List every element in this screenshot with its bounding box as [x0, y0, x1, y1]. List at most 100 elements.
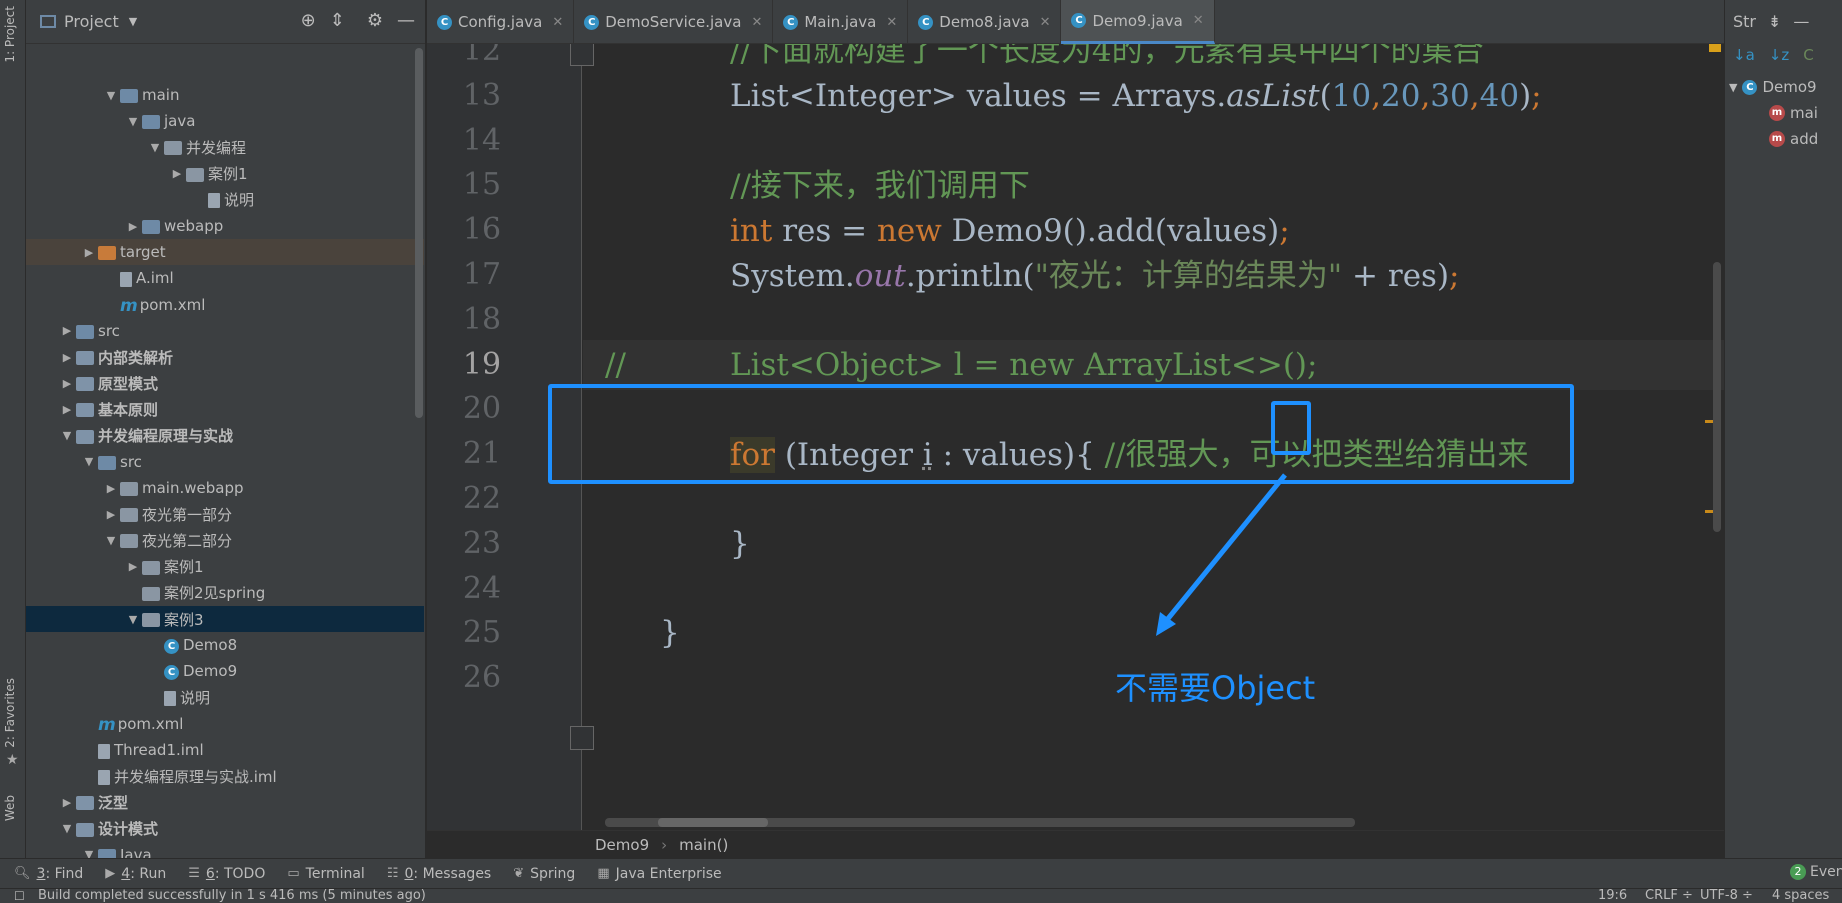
tree-item[interactable]: 案例2见spring: [26, 580, 424, 606]
sort-by-type-icon[interactable]: ↓a: [1733, 46, 1755, 64]
locate-icon[interactable]: ⊕: [301, 10, 316, 31]
editor-tab[interactable]: C Main.java ✕: [773, 0, 909, 44]
tool-window-button[interactable]: 🔍︎ 3: Find: [14, 866, 83, 882]
expanded-arrow-icon[interactable]: ▼: [124, 115, 142, 128]
expanded-arrow-icon[interactable]: ▼: [58, 429, 76, 442]
warning-indicator-icon[interactable]: [1709, 44, 1721, 52]
expanded-arrow-icon[interactable]: ▼: [124, 613, 142, 626]
tree-item[interactable]: ▼ 夜光第二部分: [26, 527, 424, 553]
close-icon[interactable]: ✕: [1193, 13, 1204, 28]
tree-item[interactable]: ▶ target: [26, 239, 424, 266]
breadcrumb-method[interactable]: main(): [679, 836, 728, 854]
collapsed-arrow-icon[interactable]: ▶: [58, 796, 76, 809]
collapsed-arrow-icon[interactable]: ▶: [124, 220, 142, 233]
file-encoding[interactable]: UTF-8 ÷: [1700, 889, 1753, 903]
fold-marker[interactable]: [570, 44, 594, 66]
tree-item[interactable]: ▼ 设计模式: [26, 816, 424, 842]
tree-item[interactable]: ▼ src: [26, 449, 424, 475]
collapsed-arrow-icon[interactable]: ▶: [58, 377, 76, 390]
collapsed-arrow-icon[interactable]: ▶: [124, 560, 142, 573]
line-separator[interactable]: CRLF ÷: [1645, 889, 1693, 903]
tree-item[interactable]: ▼ 案例3: [26, 606, 424, 632]
tree-item[interactable]: ▼ 并发编程: [26, 134, 424, 160]
tree-item[interactable]: ▶ main.webapp: [26, 475, 424, 501]
caret-position[interactable]: 19:6: [1598, 889, 1627, 903]
collapsed-arrow-icon[interactable]: ▶: [102, 482, 120, 495]
indent-setting[interactable]: 4 spaces: [1772, 889, 1829, 903]
project-panel-title[interactable]: Project: [64, 12, 119, 31]
tree-item[interactable]: ▼ java: [26, 108, 424, 134]
minimize-icon[interactable]: —: [397, 10, 415, 31]
tree-item[interactable]: ▶ 基本原则: [26, 396, 424, 422]
tree-item[interactable]: m pom.xml: [26, 292, 424, 318]
expanded-arrow-icon[interactable]: ▼: [146, 141, 164, 154]
project-tool-tab[interactable]: 1: Project: [3, 6, 17, 63]
editor-tab[interactable]: C DemoService.java ✕: [574, 0, 774, 44]
editor-tab[interactable]: C Demo8.java ✕: [908, 0, 1062, 44]
sort-icon[interactable]: ⇟: [1768, 12, 1781, 31]
expanded-arrow-icon[interactable]: ▼: [80, 848, 98, 858]
tree-item[interactable]: ▶ 夜光第一部分: [26, 501, 424, 527]
tree-item[interactable]: ▶ webapp: [26, 213, 424, 239]
collapsed-arrow-icon[interactable]: ▶: [58, 351, 76, 364]
collapsed-arrow-icon[interactable]: ▶: [102, 508, 120, 521]
fold-marker[interactable]: [570, 726, 594, 750]
horizontal-scrollbar-thumb[interactable]: [658, 818, 768, 827]
event-log[interactable]: 2 Even: [1790, 864, 1842, 880]
tool-window-button[interactable]: ▶ 4: Run: [105, 866, 166, 882]
tree-item[interactable]: Thread1.iml: [26, 737, 424, 763]
tree-item[interactable]: m pom.xml: [26, 711, 424, 737]
tree-item[interactable]: ▶ 内部类解析: [26, 344, 424, 370]
folder-icon: [142, 220, 160, 234]
tool-window-button[interactable]: ☰ 6: TODO: [188, 866, 265, 882]
collapsed-arrow-icon[interactable]: ▶: [80, 246, 98, 259]
collapsed-arrow-icon[interactable]: ▶: [58, 324, 76, 337]
show-fields-icon[interactable]: C: [1803, 46, 1813, 64]
tool-window-button[interactable]: ▦ Java Enterprise: [597, 866, 721, 882]
tree-item[interactable]: ▶ src: [26, 318, 424, 344]
tree-item[interactable]: C Demo8: [26, 632, 424, 658]
close-icon[interactable]: ✕: [751, 15, 762, 30]
tool-window-button[interactable]: ▭ Terminal: [287, 866, 364, 882]
structure-item[interactable]: m mai: [1769, 104, 1818, 122]
structure-item[interactable]: ▼ C Demo9: [1729, 78, 1817, 96]
tree-item[interactable]: ▼ 并发编程原理与实战: [26, 423, 424, 449]
tree-item[interactable]: ▶ 案例1: [26, 554, 424, 580]
editor-tab[interactable]: C Demo9.java ✕: [1061, 0, 1215, 44]
chevron-down-icon[interactable]: ▼: [129, 15, 137, 28]
tree-item[interactable]: 说明: [26, 685, 424, 711]
expanded-arrow-icon[interactable]: ▼: [80, 455, 98, 468]
close-icon[interactable]: ✕: [886, 15, 897, 30]
tree-item[interactable]: 并发编程原理与实战.iml: [26, 763, 424, 789]
web-tool-tab[interactable]: Web: [3, 795, 17, 821]
tool-window-button[interactable]: ☷ 0: Messages: [387, 866, 491, 882]
favorites-tool-tab[interactable]: 2: Favorites: [3, 678, 17, 748]
tree-item[interactable]: ▼ main: [26, 82, 424, 108]
breadcrumb-file[interactable]: Demo9: [595, 836, 649, 854]
tree-item[interactable]: ▶ 泛型: [26, 789, 424, 815]
expanded-arrow-icon[interactable]: ▼: [102, 534, 120, 547]
status-message[interactable]: Build completed successfully in 1 s 416 …: [38, 889, 426, 903]
editor-vertical-scrollbar[interactable]: [1713, 262, 1721, 532]
tree-item[interactable]: C Demo9: [26, 658, 424, 684]
editor-tab[interactable]: C Config.java ✕: [427, 0, 575, 44]
gear-icon[interactable]: ⚙: [367, 10, 383, 31]
tree-item[interactable]: ▶ 案例1: [26, 161, 424, 187]
close-icon[interactable]: ✕: [1040, 15, 1051, 30]
close-icon[interactable]: ✕: [552, 15, 563, 30]
collapse-icon[interactable]: ⇕: [330, 10, 345, 31]
sort-alpha-icon[interactable]: ↓z: [1769, 46, 1789, 64]
structure-item[interactable]: m add: [1769, 130, 1818, 148]
tree-item[interactable]: A.iml: [26, 265, 424, 291]
minimize-icon[interactable]: —: [1793, 12, 1809, 31]
tree-item[interactable]: ▼ Java: [26, 842, 424, 858]
tree-item[interactable]: ▶ 原型模式: [26, 370, 424, 396]
collapsed-arrow-icon[interactable]: ▶: [168, 167, 186, 180]
tree-item[interactable]: 说明: [26, 187, 424, 213]
project-scrollbar[interactable]: [415, 48, 423, 418]
expanded-arrow-icon[interactable]: ▼: [58, 822, 76, 835]
expanded-arrow-icon[interactable]: ▼: [102, 89, 120, 102]
collapsed-arrow-icon[interactable]: ▶: [58, 403, 76, 416]
tool-window-button[interactable]: ❦ Spring: [513, 866, 575, 882]
structure-title[interactable]: Str: [1733, 12, 1756, 31]
